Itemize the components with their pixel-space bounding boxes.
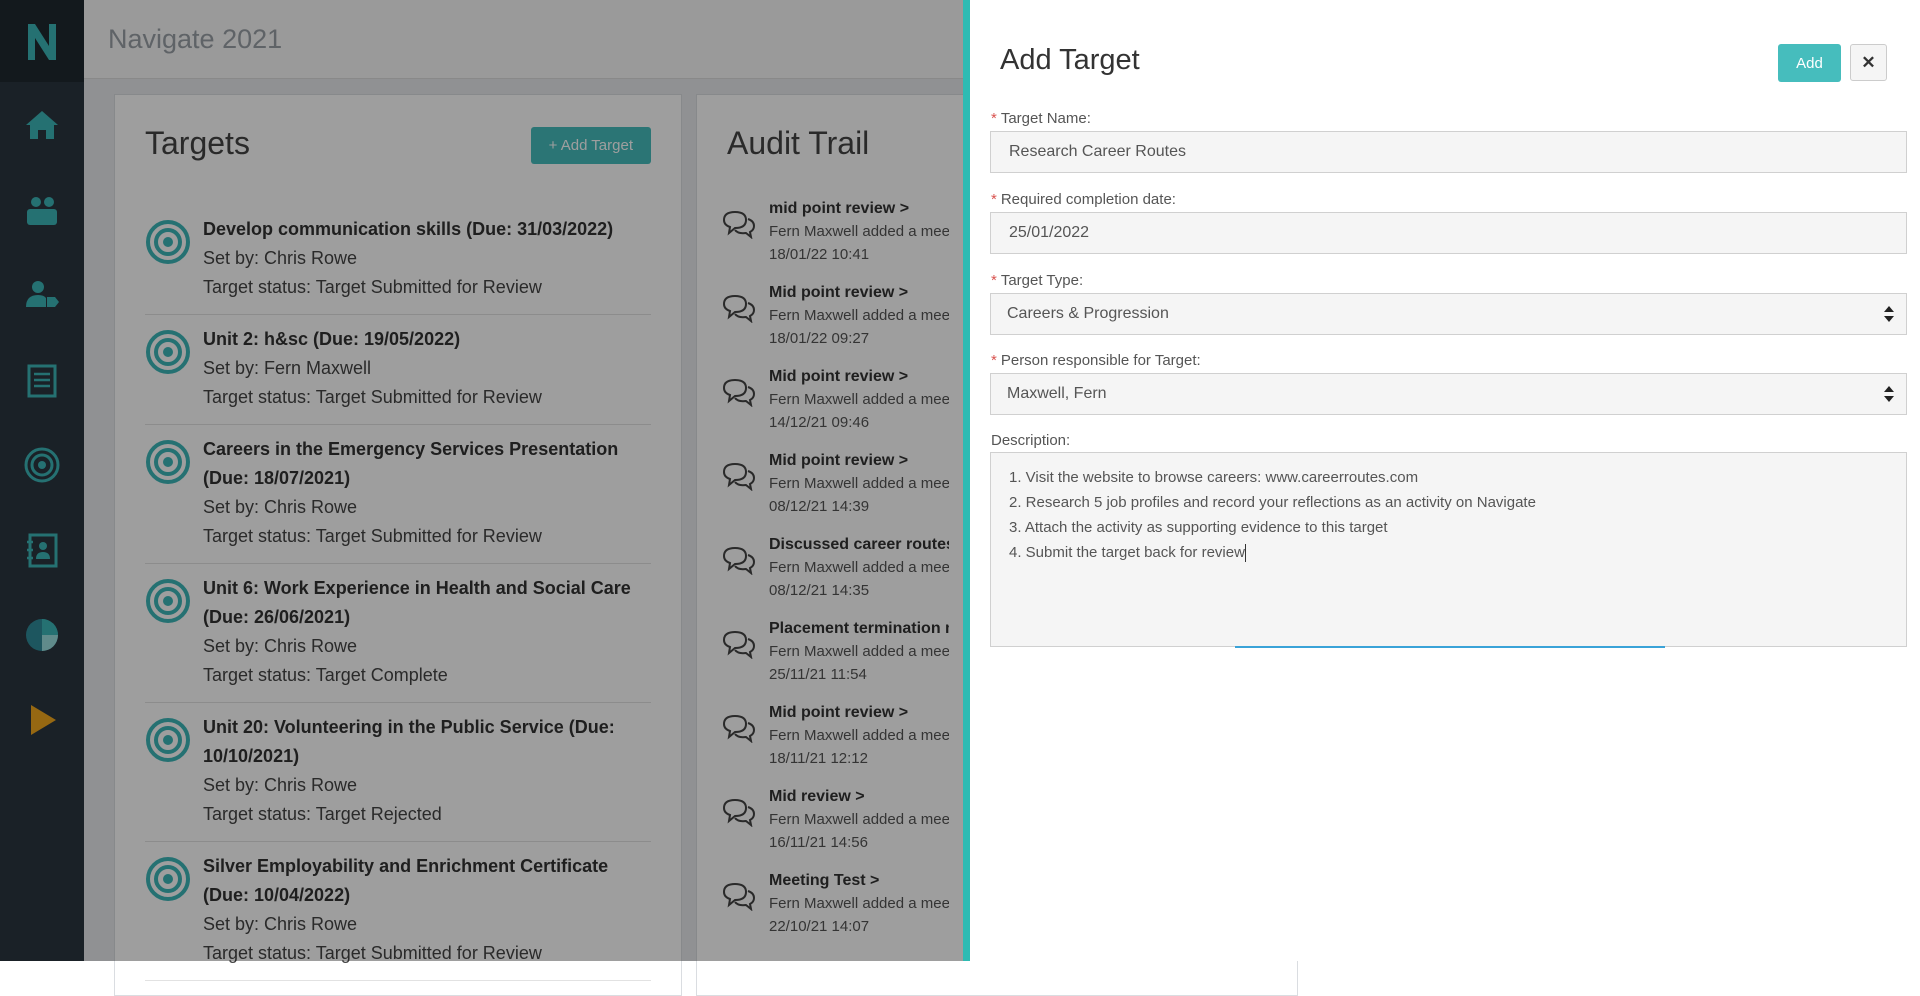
modal-backdrop[interactable] (0, 0, 963, 961)
completion-date-input[interactable]: 25/01/2022 (990, 212, 1907, 254)
target-name-value: Research Career Routes (1009, 143, 1186, 160)
description-label: Description: (991, 432, 1071, 449)
completion-date-value: 25/01/2022 (1009, 224, 1090, 241)
focus-underline (1235, 646, 1665, 648)
description-textarea[interactable]: 1. Visit the website to browse careers: … (990, 452, 1907, 647)
required-marker: * (991, 272, 997, 289)
target-name-label: * Target Name: (991, 110, 1091, 127)
close-button[interactable]: ✕ (1850, 44, 1887, 81)
target-type-select[interactable]: Careers & Progression (990, 293, 1907, 335)
description-line: 1. Visit the website to browse careers: … (1009, 469, 1419, 486)
panel-title: Add Target (1000, 44, 1140, 76)
person-responsible-value: Maxwell, Fern (1007, 385, 1107, 402)
description-line: 3. Attach the activity as supporting evi… (1009, 519, 1388, 536)
close-icon: ✕ (1861, 52, 1876, 72)
person-responsible-select[interactable]: Maxwell, Fern (990, 373, 1907, 415)
add-target-panel: Add Target Add ✕ * Target Name: Research … (963, 0, 1920, 961)
description-line: 2. Research 5 job profiles and record yo… (1009, 494, 1536, 511)
text-cursor (1244, 544, 1246, 563)
description-line-last: 4. Submit the target back for review (1009, 544, 1246, 563)
required-marker: * (991, 110, 997, 127)
person-responsible-label: * Person responsible for Target: (991, 352, 1201, 369)
target-name-input[interactable]: Research Career Routes (990, 131, 1907, 173)
select-arrows-icon (1884, 386, 1894, 402)
target-type-label: * Target Type: (991, 272, 1084, 289)
completion-date-label: * Required completion date: (991, 191, 1176, 208)
select-arrows-icon (1884, 306, 1894, 322)
target-type-value: Careers & Progression (1007, 305, 1169, 322)
required-marker: * (991, 352, 997, 369)
required-marker: * (991, 191, 997, 208)
add-button[interactable]: Add (1778, 44, 1841, 82)
